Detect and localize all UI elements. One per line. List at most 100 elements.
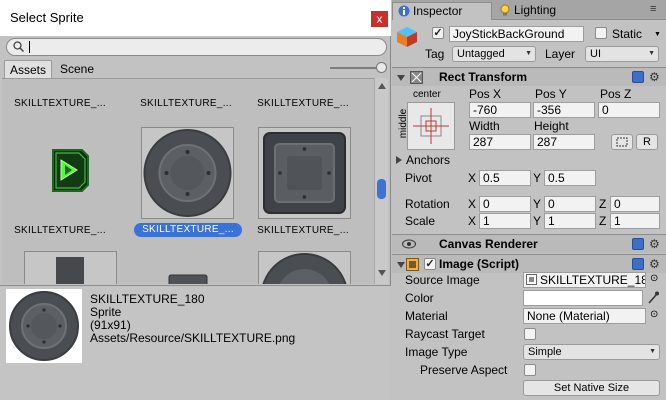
grid-scrollbar[interactable] <box>374 78 388 284</box>
preserve-aspect-label: Preserve Aspect <box>420 363 508 377</box>
scroll-up-icon[interactable] <box>378 83 386 89</box>
tab-inspector[interactable]: Inspector <box>392 2 492 20</box>
image-component-header[interactable]: ✓ Image (Script) ⚙ <box>392 254 666 273</box>
canvas-renderer-header[interactable]: Canvas Renderer ⚙ <box>392 234 666 253</box>
image-component-title: Image (Script) <box>439 257 520 271</box>
sprite-preview-panel: SKILLTEXTURE_180 Sprite (91x91) Assets/R… <box>0 285 391 400</box>
axis-y-label: Y <box>533 214 542 228</box>
color-label: Color <box>405 291 434 305</box>
sprite-label-selected: SKILLTEXTURE_... <box>134 223 242 237</box>
zoom-slider-handle[interactable] <box>376 62 387 73</box>
height-label: Height <box>534 119 569 133</box>
sprite-grid: SKILLTEXTURE_... SKILLTEXTURE_... SKILLT… <box>2 78 374 284</box>
pos-z-field[interactable]: 0 <box>598 102 660 118</box>
active-checkbox[interactable]: ✓ <box>432 27 444 39</box>
scrollbar-thumb[interactable] <box>377 179 386 199</box>
layer-dropdown[interactable]: UI <box>585 46 659 62</box>
pos-x-field[interactable]: -760 <box>469 102 531 118</box>
sprite-thumbnail-partial[interactable] <box>168 271 208 284</box>
gear-icon[interactable]: ⚙ <box>649 258 660 270</box>
gear-icon[interactable]: ⚙ <box>649 238 660 250</box>
rotation-y-field[interactable]: 0 <box>544 196 596 212</box>
static-checkbox[interactable] <box>595 27 607 39</box>
tab-assets[interactable]: Assets <box>4 60 53 78</box>
pos-y-field[interactable]: -356 <box>533 102 595 118</box>
inspector-tabbar: Inspector Lighting ≡ <box>392 0 666 20</box>
rect-transform-icon <box>410 71 423 84</box>
raycast-target-checkbox[interactable] <box>524 328 536 340</box>
sprite-thumbnail-partial[interactable] <box>258 251 351 284</box>
rotation-z-field[interactable]: 0 <box>610 196 660 212</box>
preserve-aspect-checkbox[interactable] <box>524 364 536 376</box>
image-type-dropdown[interactable]: Simple <box>523 344 660 360</box>
close-button[interactable]: x <box>371 11 388 27</box>
anchors-label[interactable]: Anchors <box>406 153 450 167</box>
raw-edit-button[interactable]: R <box>636 134 658 150</box>
help-icon[interactable] <box>632 71 644 83</box>
width-field[interactable]: 287 <box>469 134 531 150</box>
tag-label: Tag <box>425 47 445 61</box>
select-sprite-window: Select Sprite x Assets Scene SKILLTEXTUR… <box>0 0 391 400</box>
preview-image <box>6 289 82 363</box>
object-name-field[interactable]: JoyStickBackGround <box>449 26 584 42</box>
object-picker-icon[interactable]: ⊙ <box>650 309 658 320</box>
pivot-x-field[interactable]: 0.5 <box>479 170 531 186</box>
source-image-value: SKILLTEXTURE_18 <box>540 273 646 287</box>
eyedropper-icon[interactable] <box>647 291 659 304</box>
dotted-rect-icon <box>616 137 628 147</box>
static-dropdown-icon[interactable]: ▼ <box>654 31 661 38</box>
pos-y-label: Pos Y <box>535 87 567 101</box>
pivot-y-field[interactable]: 0.5 <box>544 170 596 186</box>
help-icon[interactable] <box>632 258 644 270</box>
height-field[interactable]: 287 <box>533 134 595 150</box>
search-input[interactable] <box>6 38 387 56</box>
sprite-label: SKILLTEXTURE_... <box>257 225 349 236</box>
scale-y-field[interactable]: 1 <box>544 213 596 229</box>
blueprint-mode-button[interactable] <box>611 134 633 150</box>
anchors-foldout-icon[interactable] <box>396 156 402 164</box>
pos-x-label: Pos X <box>469 87 502 101</box>
tab-lighting[interactable]: Lighting <box>494 2 584 20</box>
scroll-down-icon[interactable] <box>378 270 386 276</box>
sprite-thumbnail-partial[interactable] <box>24 251 117 284</box>
sprite-tabs: Assets Scene <box>0 60 391 78</box>
foldout-icon[interactable] <box>397 75 405 81</box>
rect-transform-header[interactable]: Rect Transform ⚙ <box>392 67 666 86</box>
anchor-presets-icon[interactable] <box>407 102 455 150</box>
info-icon <box>398 5 410 17</box>
canvas-renderer-title: Canvas Renderer <box>439 237 538 251</box>
help-icon[interactable] <box>632 238 644 250</box>
gear-icon[interactable]: ⚙ <box>649 71 660 83</box>
scale-x-field[interactable]: 1 <box>479 213 531 229</box>
sprite-icon <box>526 274 537 285</box>
set-native-size-button[interactable]: Set Native Size <box>523 380 660 396</box>
object-picker-icon[interactable]: ⊙ <box>650 273 658 284</box>
axis-y-label: Y <box>533 197 542 211</box>
eye-icon <box>402 239 416 249</box>
foldout-icon[interactable] <box>397 262 405 268</box>
pivot-label: Pivot <box>405 171 432 185</box>
rect-transform-title: Rect Transform <box>439 70 528 84</box>
preview-type: Sprite <box>90 305 122 319</box>
width-label: Width <box>469 119 500 133</box>
sprite-thumbnail-joystick-square[interactable] <box>258 127 351 219</box>
sprite-thumbnail-arrow[interactable] <box>48 147 92 193</box>
sprite-thumbnail-joystick-round[interactable] <box>141 127 234 219</box>
material-field[interactable]: None (Material) <box>523 308 646 324</box>
sprite-label: SKILLTEXTURE_... <box>140 98 232 109</box>
tab-menu-icon[interactable]: ≡ <box>650 3 656 15</box>
rotation-label: Rotation <box>405 197 450 211</box>
zoom-slider-track[interactable] <box>330 67 378 69</box>
rotation-x-field[interactable]: 0 <box>479 196 531 212</box>
source-image-field[interactable]: SKILLTEXTURE_18 <box>523 272 646 288</box>
axis-z-label: Z <box>599 197 607 211</box>
scale-z-field[interactable]: 1 <box>610 213 660 229</box>
raycast-target-label: Raycast Target <box>405 327 485 341</box>
tab-lighting-label: Lighting <box>514 3 557 17</box>
color-swatch[interactable] <box>523 290 643 306</box>
image-enabled-checkbox[interactable]: ✓ <box>424 258 436 270</box>
axis-x-label: X <box>468 214 477 228</box>
sprite-label: SKILLTEXTURE_... <box>257 98 349 109</box>
tag-dropdown[interactable]: Untagged <box>452 46 536 62</box>
tab-scene[interactable]: Scene <box>55 60 99 78</box>
